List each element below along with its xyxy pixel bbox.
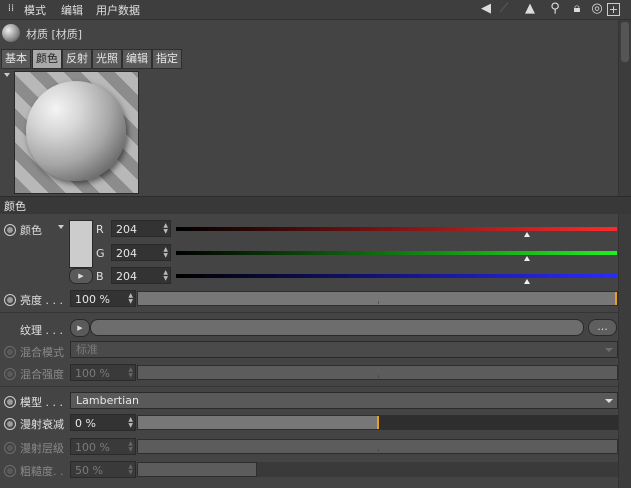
- material-ball-icon: [2, 24, 20, 42]
- menu-user-data[interactable]: 用户数据: [96, 2, 140, 18]
- r-slider-track[interactable]: [176, 227, 617, 231]
- chevron-down-icon: [605, 399, 613, 403]
- divider: [0, 386, 618, 387]
- tab-basic[interactable]: 基本: [1, 49, 31, 69]
- b-value: 204: [116, 270, 137, 283]
- section-header: [0, 196, 631, 214]
- material-preview[interactable]: [14, 71, 139, 194]
- diffuse-falloff-label: 漫射衰减: [20, 418, 64, 431]
- roughness-value: 50 %: [75, 464, 103, 477]
- brightness-animate-radio[interactable]: [4, 294, 16, 306]
- mix-strength-label: 混合强度: [20, 368, 64, 381]
- texture-slot[interactable]: [90, 319, 584, 336]
- diffuse-level-label: 漫射层级: [20, 442, 64, 455]
- preview-sphere: [26, 81, 126, 181]
- tab-reflectance[interactable]: 反射: [62, 49, 92, 69]
- brightness-spinner-icon[interactable]: ▲ ▼: [128, 293, 133, 305]
- tab-editor[interactable]: 编辑: [122, 49, 152, 69]
- mix-mode-label: 混合模式: [20, 346, 64, 359]
- color-label: 颜色: [20, 224, 42, 237]
- roughness-label: 粗糙度. .: [20, 465, 64, 478]
- g-slider-track[interactable]: [176, 251, 617, 255]
- b-slider-knob[interactable]: [524, 279, 530, 284]
- diffuse-falloff-spinner-icon[interactable]: ▲ ▼: [128, 417, 133, 429]
- r-value: 204: [116, 223, 137, 236]
- lock-icon[interactable]: 🔒︎: [569, 1, 585, 17]
- g-slider-knob[interactable]: [524, 256, 530, 261]
- chevron-down-icon: [605, 348, 613, 352]
- g-field[interactable]: 204 ▲ ▼: [111, 244, 171, 261]
- color-swatch[interactable]: [69, 220, 93, 268]
- scroll-thumb[interactable]: [621, 22, 629, 62]
- diffuse-level-field[interactable]: 100 % ▲ ▼: [70, 438, 136, 455]
- r-slider-knob[interactable]: [524, 232, 530, 237]
- diffuse-level-value: 100 %: [75, 441, 110, 454]
- mix-strength-value: 100 %: [75, 367, 110, 380]
- diffuse-level-slider[interactable]: [137, 439, 618, 454]
- texture-label: 纹理 . . .: [20, 324, 63, 337]
- diffuse-level-animate-radio[interactable]: [4, 442, 16, 454]
- section-title: 颜色: [4, 200, 26, 213]
- mix-strength-slider[interactable]: [137, 365, 618, 380]
- roughness-field[interactable]: 50 % ▲ ▼: [70, 461, 136, 478]
- g-value: 204: [116, 247, 137, 260]
- g-label: G: [96, 247, 105, 260]
- roughness-animate-radio[interactable]: [4, 465, 16, 477]
- model-value: Lambertian: [76, 394, 139, 407]
- mix-strength-field[interactable]: 100 % ▲ ▼: [70, 364, 136, 381]
- mix-mode-value: 标准: [76, 343, 98, 356]
- diffuse-falloff-marker: [377, 416, 379, 429]
- b-spinner-icon[interactable]: ▲ ▼: [163, 270, 168, 282]
- r-label: R: [96, 223, 104, 236]
- divider: [0, 312, 618, 313]
- texture-browse-button[interactable]: ...: [588, 319, 617, 336]
- collapse-arrow-icon[interactable]: [4, 73, 10, 77]
- diffuse-level-spinner-icon[interactable]: ▲ ▼: [128, 441, 133, 453]
- target-icon[interactable]: ◎: [589, 1, 605, 17]
- b-label: B: [96, 270, 104, 283]
- g-spinner-icon[interactable]: ▲ ▼: [163, 247, 168, 259]
- mix-mode-dropdown[interactable]: 标准: [70, 341, 618, 358]
- color-expand-arrow-icon[interactable]: [58, 225, 64, 229]
- r-field[interactable]: 204 ▲ ▼: [111, 220, 171, 237]
- forward-arrow-icon[interactable]: ⟋: [496, 1, 512, 17]
- diffuse-falloff-animate-radio[interactable]: [4, 418, 16, 430]
- menu-modes[interactable]: 模式: [24, 2, 46, 18]
- tab-color[interactable]: 颜色: [32, 49, 62, 69]
- mix-strength-spinner-icon[interactable]: ▲ ▼: [128, 367, 133, 379]
- model-label: 模型 . . .: [20, 396, 63, 409]
- brightness-label: 亮度 . . .: [20, 294, 63, 307]
- search-icon[interactable]: ⚲: [547, 1, 563, 17]
- brightness-marker: [615, 292, 617, 305]
- diffuse-falloff-slider[interactable]: [137, 415, 378, 430]
- color-animate-radio[interactable]: [4, 224, 16, 236]
- grip-icon[interactable]: ⁞⁞: [3, 1, 19, 17]
- menu-edit[interactable]: 编辑: [61, 2, 83, 18]
- model-animate-radio[interactable]: [4, 396, 16, 408]
- menu-bar: ⁞⁞ 模式 编辑 用户数据 ◀ ⟋ ▲ ⚲ 🔒︎ ◎ +: [0, 0, 631, 20]
- model-dropdown[interactable]: Lambertian: [70, 392, 618, 409]
- brightness-value: 100 %: [75, 293, 110, 306]
- mix-strength-animate-radio[interactable]: [4, 368, 16, 380]
- tab-illumination[interactable]: 光照: [92, 49, 122, 69]
- scrollbar[interactable]: [618, 20, 631, 488]
- mix-mode-animate-radio[interactable]: [4, 346, 16, 358]
- brightness-field[interactable]: 100 % ▲ ▼: [70, 290, 136, 307]
- r-spinner-icon[interactable]: ▲ ▼: [163, 223, 168, 235]
- b-slider-track[interactable]: [176, 274, 617, 278]
- texture-options-button[interactable]: ▶: [70, 319, 90, 337]
- tab-assign[interactable]: 指定: [152, 49, 182, 69]
- cursor-up-icon[interactable]: ▲: [522, 1, 538, 17]
- color-picker-button[interactable]: ▶: [69, 268, 93, 284]
- brightness-slider[interactable]: [137, 291, 618, 306]
- new-panel-icon[interactable]: +: [607, 3, 620, 16]
- roughness-spinner-icon[interactable]: ▲ ▼: [128, 464, 133, 476]
- b-field[interactable]: 204 ▲ ▼: [111, 267, 171, 284]
- material-title: 材质 [材质]: [26, 28, 83, 41]
- diffuse-falloff-value: 0 %: [75, 417, 96, 430]
- diffuse-falloff-field[interactable]: 0 % ▲ ▼: [70, 414, 136, 431]
- back-arrow-icon[interactable]: ◀: [478, 1, 494, 17]
- roughness-slider[interactable]: [137, 462, 257, 477]
